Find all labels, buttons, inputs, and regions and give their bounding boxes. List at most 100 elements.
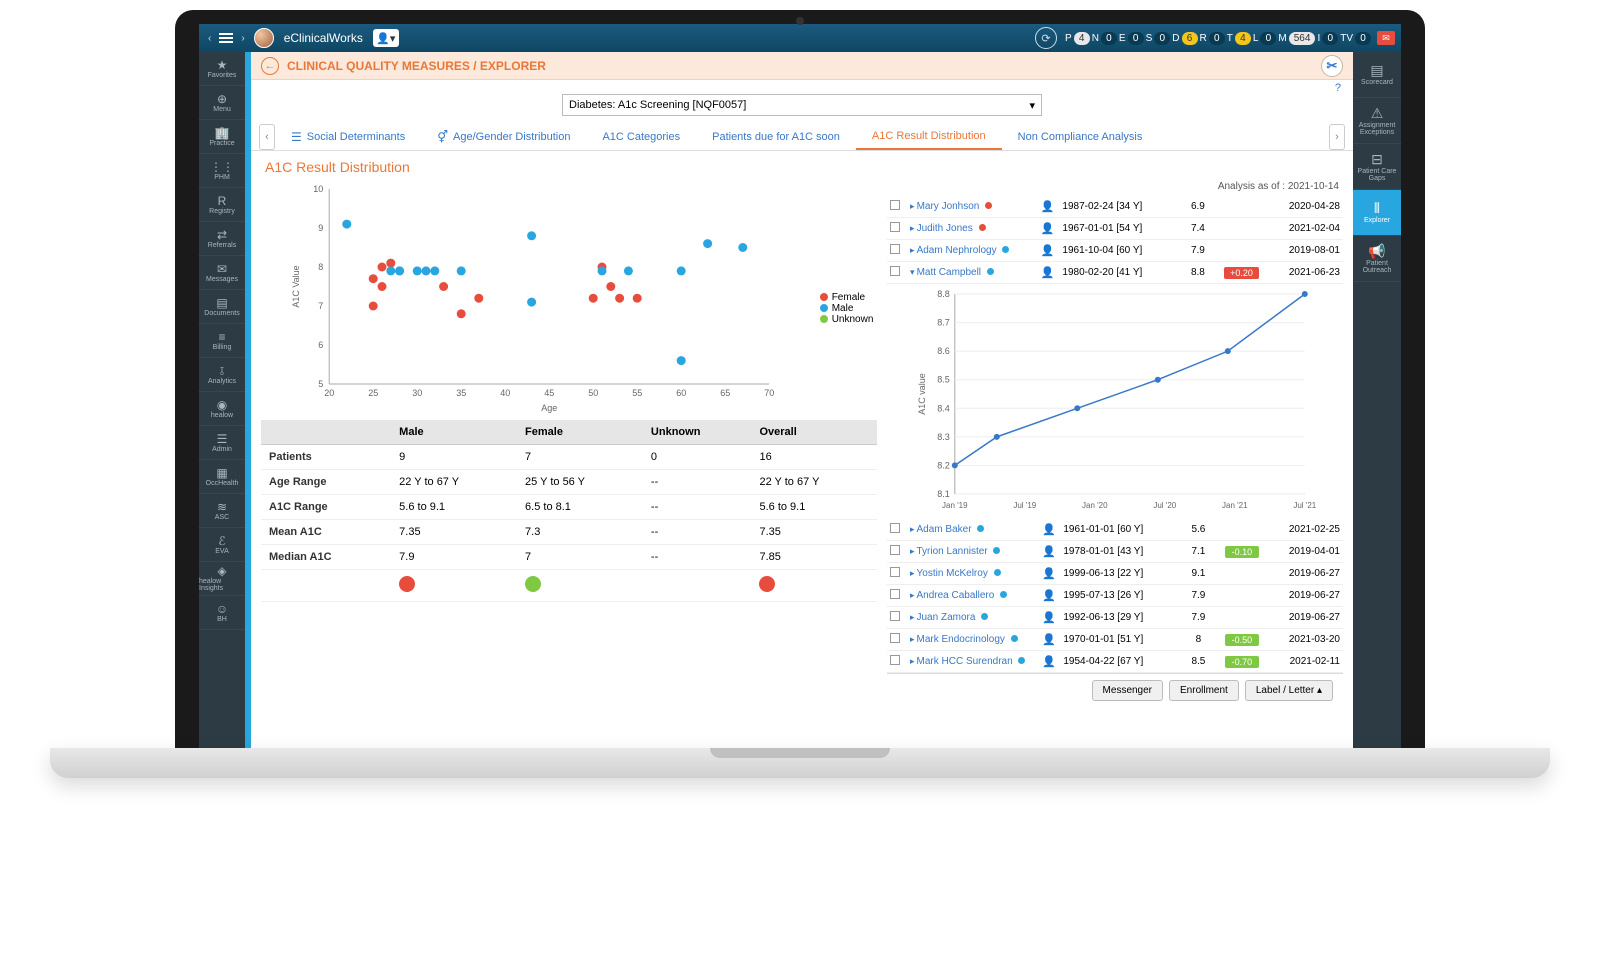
tab-a1c-result-distribution[interactable]: A1C Result Distribution [856, 124, 1002, 150]
patient-row[interactable]: ▸Andrea Caballero 👤 1995-07-13 [26 Y] 7.… [887, 585, 1343, 607]
svg-text:55: 55 [632, 388, 642, 398]
checkbox[interactable] [890, 567, 900, 577]
sidebar-item-practice[interactable]: 🏢Practice [199, 120, 245, 154]
chevron-right-icon[interactable]: › [238, 33, 247, 44]
patient-row[interactable]: ▾Matt Campbell 👤 1980-02-20 [41 Y] 8.8 +… [887, 262, 1343, 284]
counter-N[interactable]: N0 [1092, 32, 1117, 45]
counter-TV[interactable]: TV0 [1340, 32, 1371, 45]
checkbox[interactable] [890, 655, 900, 665]
checkbox[interactable] [890, 266, 900, 276]
user-icon[interactable]: 👤 [1041, 223, 1055, 235]
user-icon[interactable]: 👤 [1042, 524, 1056, 536]
sidebar-item-billing[interactable]: ≡Billing [199, 324, 245, 358]
messenger-button[interactable]: Messenger [1092, 680, 1163, 701]
sidebar-item-bh[interactable]: ☺BH [199, 596, 245, 630]
stats-table: MaleFemaleUnknownOverallPatients97016Age… [261, 420, 877, 602]
svg-text:70: 70 [764, 388, 774, 398]
counter-I[interactable]: I0 [1317, 32, 1338, 45]
sidebar-item-referrals[interactable]: ⇄Referrals [199, 222, 245, 256]
rightbar-item-explorer[interactable]: ⫴Explorer [1353, 190, 1401, 236]
tabs-scroll-left[interactable]: ‹ [259, 124, 275, 150]
sidebar-item-menu[interactable]: ⊕Menu [199, 86, 245, 120]
counter-P[interactable]: P4 [1065, 32, 1090, 45]
tab-non-compliance-analysis[interactable]: Non Compliance Analysis [1002, 125, 1159, 149]
patient-row[interactable]: ▸Juan Zamora 👤 1992-06-13 [29 Y] 7.9 201… [887, 607, 1343, 629]
help-icon[interactable]: ? [1335, 82, 1341, 94]
sidebar-item-asc[interactable]: ≋ASC [199, 494, 245, 528]
chevron-left-icon[interactable]: ‹ [205, 33, 214, 44]
rightbar-item-patient-care-gaps[interactable]: ⊟Patient Care Gaps [1353, 144, 1401, 190]
user-icon[interactable]: 👤 [1041, 201, 1055, 213]
checkbox[interactable] [890, 222, 900, 232]
svg-text:8.4: 8.4 [938, 403, 951, 413]
user-icon[interactable]: 👤 [1041, 245, 1055, 257]
refresh-icon[interactable]: ⟳ [1035, 27, 1057, 49]
main-content: ← CLINICAL QUALITY MEASURES / EXPLORER ✂… [251, 52, 1353, 750]
patient-row[interactable]: ▸Adam Nephrology 👤 1961-10-04 [60 Y] 7.9… [887, 240, 1343, 262]
hamburger-menu-icon[interactable] [214, 26, 238, 50]
tabs-scroll-right[interactable]: › [1329, 124, 1345, 150]
counter-M[interactable]: M564 [1278, 32, 1315, 45]
svg-text:45: 45 [544, 388, 554, 398]
checkbox[interactable] [890, 523, 900, 533]
measure-select[interactable]: Diabetes: A1c Screening [NQF0057] ▾ [562, 94, 1042, 116]
svg-text:Jan '20: Jan '20 [1082, 501, 1108, 510]
patient-row[interactable]: ▸Judith Jones 👤 1967-01-01 [54 Y] 7.4 20… [887, 218, 1343, 240]
rightbar-item-assignment-exceptions[interactable]: ⚠Assignment Exceptions [1353, 98, 1401, 144]
tab-age/gender-distribution[interactable]: ⚥Age/Gender Distribution [421, 124, 586, 150]
user-icon[interactable]: 👤 [1042, 656, 1056, 668]
alert-icon[interactable]: ✉ [1377, 31, 1395, 45]
sidebar-item-documents[interactable]: ▤Documents [199, 290, 245, 324]
sidebar-item-messages[interactable]: ✉Messages [199, 256, 245, 290]
user-icon[interactable]: 👤 [1042, 568, 1056, 580]
patients-table-top: ▸Mary Jonhson 👤 1987-02-24 [34 Y] 6.9 20… [887, 196, 1343, 284]
checkbox[interactable] [890, 244, 900, 254]
sidebar-item-phm[interactable]: ⋮⋮PHM [199, 154, 245, 188]
user-icon[interactable]: 👤 [1042, 546, 1056, 558]
sidebar-item-healow[interactable]: ◉healow [199, 392, 245, 426]
user-avatar[interactable] [254, 28, 274, 48]
sidebar-item-admin[interactable]: ☰Admin [199, 426, 245, 460]
svg-text:5: 5 [318, 379, 323, 389]
sidebar-item-favorites[interactable]: ★Favorites [199, 52, 245, 86]
sidebar-item-eva[interactable]: ℰEVA [199, 528, 245, 562]
patient-row[interactable]: ▸Adam Baker 👤 1961-01-01 [60 Y] 5.6 2021… [887, 519, 1343, 541]
checkbox[interactable] [890, 545, 900, 555]
counter-S[interactable]: S0 [1146, 32, 1171, 45]
rightbar-item-patient-outreach[interactable]: 📢Patient Outreach [1353, 236, 1401, 282]
tab-a1c-categories[interactable]: A1C Categories [586, 125, 696, 149]
tab-patients-due-for-a1c-soon[interactable]: Patients due for A1C soon [696, 125, 856, 149]
patient-row[interactable]: ▸Yostin McKelroy 👤 1999-06-13 [22 Y] 9.1… [887, 563, 1343, 585]
checkbox[interactable] [890, 589, 900, 599]
checkbox[interactable] [890, 200, 900, 210]
label-button[interactable]: Label / Letter ▴ [1245, 680, 1333, 701]
user-icon[interactable]: 👤 [1041, 267, 1055, 279]
user-icon[interactable]: 👤 [1042, 634, 1056, 646]
user-icon[interactable]: 👤 [1042, 590, 1056, 602]
patient-row[interactable]: ▸Mark Endocrinology 👤 1970-01-01 [51 Y] … [887, 629, 1343, 651]
patient-row[interactable]: ▸Tyrion Lannister 👤 1978-01-01 [43 Y] 7.… [887, 541, 1343, 563]
checkbox[interactable] [890, 611, 900, 621]
counter-T[interactable]: T4 [1227, 32, 1251, 45]
back-icon[interactable]: ← [261, 57, 279, 75]
svg-text:30: 30 [412, 388, 422, 398]
sidebar-item-healow-insights[interactable]: ◈healow Insights [199, 562, 245, 596]
counter-D[interactable]: D6 [1172, 32, 1197, 45]
sidebar-item-analytics[interactable]: ⫱Analytics [199, 358, 245, 392]
counter-E[interactable]: E0 [1119, 32, 1144, 45]
svg-text:8.5: 8.5 [938, 375, 951, 385]
svg-text:40: 40 [500, 388, 510, 398]
patient-row[interactable]: ▸Mark HCC Surendran 👤 1954-04-22 [67 Y] … [887, 651, 1343, 673]
settings-icon[interactable]: ✂ [1321, 55, 1343, 77]
enrollment-button[interactable]: Enrollment [1169, 680, 1239, 701]
user-icon[interactable]: 👤 [1042, 612, 1056, 624]
tab-social-determinants[interactable]: ☰Social Determinants [275, 124, 421, 150]
rightbar-item-scorecard[interactable]: ▤Scorecard [1353, 52, 1401, 98]
counter-R[interactable]: R0 [1200, 32, 1225, 45]
counter-L[interactable]: L0 [1253, 32, 1277, 45]
patient-row[interactable]: ▸Mary Jonhson 👤 1987-02-24 [34 Y] 6.9 20… [887, 196, 1343, 218]
user-search-button[interactable]: 👤▾ [373, 29, 399, 47]
sidebar-item-registry[interactable]: RRegistry [199, 188, 245, 222]
checkbox[interactable] [890, 633, 900, 643]
sidebar-item-occhealth[interactable]: ▦OccHealth [199, 460, 245, 494]
